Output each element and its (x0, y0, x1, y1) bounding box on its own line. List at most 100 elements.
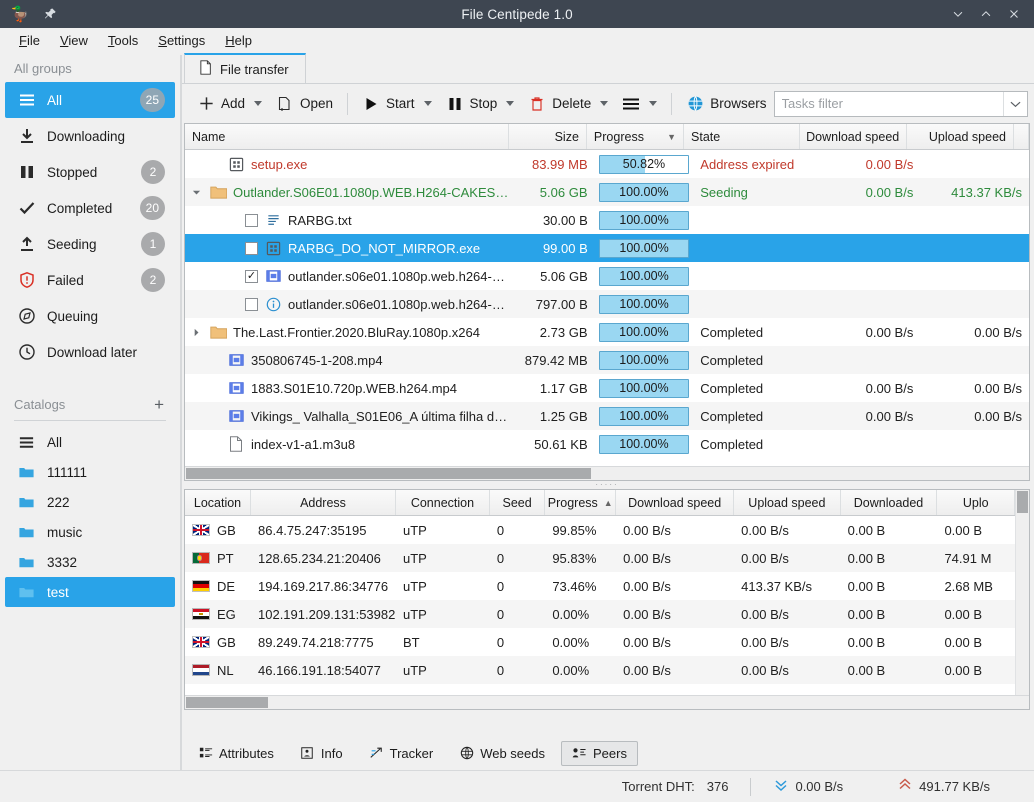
tasks-filter[interactable] (773, 90, 1028, 117)
chevron-down-icon[interactable] (423, 101, 432, 106)
expand-down-icon[interactable] (189, 188, 203, 197)
peer-connection-cell: uTP (402, 662, 427, 678)
peers-col-seed[interactable]: Seed (489, 490, 546, 515)
table-row[interactable]: The.Last.Frontier.2020.BluRay.1080p.x264… (185, 318, 1029, 346)
table-row[interactable]: index-v1-a1.m3u8 50.61 KB 100.00% Completed (185, 430, 1029, 458)
tasks-col-state[interactable]: State (684, 124, 801, 149)
menu-settings[interactable]: Settings (149, 31, 214, 50)
row-checkbox[interactable]: ✓ (245, 269, 258, 283)
table-row[interactable]: Outlander.S06E01.1080p.WEB.H264-CAKES[r…… (185, 178, 1029, 206)
chevron-down-icon[interactable] (506, 101, 515, 106)
row-checkbox[interactable] (245, 213, 258, 227)
tab-peers[interactable]: Peers (560, 740, 638, 766)
tasks-col-size[interactable]: Size (509, 124, 587, 149)
minimize-button[interactable] (944, 1, 972, 27)
tasks-col-progress[interactable]: Progress ▼ (586, 124, 685, 149)
catalog-label-test: test (47, 584, 69, 600)
sidebar-item-completed[interactable]: Completed 20 (5, 190, 175, 226)
tab-info[interactable]: Info (290, 741, 353, 766)
more-menu-button[interactable] (615, 89, 664, 119)
peers-col-uploaded[interactable]: Uplo (937, 490, 1015, 515)
add-catalog-button[interactable]: + (154, 396, 166, 413)
tab-file-transfer[interactable]: File transfer (184, 53, 306, 83)
chevron-down-icon[interactable] (600, 101, 609, 106)
table-row[interactable]: ✓ outlander.s06e01.1080p.web.h264-ca… 5.06… (185, 262, 1029, 290)
sidebar-item-download-later[interactable]: Download later (5, 334, 175, 370)
peers-col-download-speed[interactable]: Download speed (616, 490, 735, 515)
peers-hscrollbar-thumb[interactable] (186, 697, 268, 708)
sidebar-item-all[interactable]: All 25 (5, 82, 175, 118)
sidebar-item-seeding[interactable]: Seeding 1 (5, 226, 175, 262)
chevron-down-icon[interactable] (649, 101, 658, 106)
stop-button[interactable]: Stop (439, 89, 522, 119)
open-button[interactable]: Open (269, 89, 340, 119)
tab-web-seeds[interactable]: Web seeds (449, 741, 555, 766)
menu-tools[interactable]: Tools (99, 31, 147, 50)
peers-vscrollbar-thumb[interactable] (1017, 491, 1028, 513)
pin-icon[interactable] (40, 4, 60, 24)
table-row[interactable]: PT 128.65.234.21:20406 uTP 0 95.83% 0.00 B/s 0… (185, 544, 1015, 572)
menu-view[interactable]: View (51, 31, 97, 50)
tab-attributes[interactable]: Attributes (188, 741, 284, 766)
chevron-down-icon[interactable] (254, 101, 263, 106)
catalog-item-111111[interactable]: 111111 (5, 457, 175, 487)
close-button[interactable] (1000, 1, 1028, 27)
tasks-hscrollbar-thumb[interactable] (186, 468, 591, 479)
peers-col-upload-speed[interactable]: Upload speed (734, 490, 841, 515)
chevron-down-icon[interactable] (1003, 91, 1027, 116)
table-row[interactable]: GB 86.4.75.247:35195 uTP 0 99.85% 0.00 B/s 0.0… (185, 516, 1015, 544)
menu-help[interactable]: Help (216, 31, 261, 50)
table-row[interactable]: GB 89.249.74.218:7775 BT 0 0.00% 0.00 B/s 0.00… (185, 628, 1015, 656)
tasks-hscrollbar[interactable] (185, 466, 1029, 480)
menu-file[interactable]: FFileile (10, 31, 49, 50)
table-row[interactable]: EG 102.191.209.131:53982 uTP 0 0.00% 0.00 B/s… (185, 600, 1015, 628)
tab-tracker[interactable]: Tracker (359, 741, 444, 766)
catalog-item-music[interactable]: music (5, 517, 175, 547)
task-name-cell: ✓ outlander.s06e01.1080p.web.h264-ca… (185, 267, 516, 285)
table-row[interactable]: 1883.S01E10.720p.WEB.h264.mp4 1.17 GB 100.… (185, 374, 1029, 402)
catalog-item-222[interactable]: 222 (5, 487, 175, 517)
sidebar-item-stopped[interactable]: Stopped 2 (5, 154, 175, 190)
folder-icon (17, 553, 36, 572)
browsers-button[interactable]: Browsers (679, 89, 773, 119)
table-row[interactable]: Vikings_ Valhalla_S01E06_A última filha … (185, 402, 1029, 430)
peers-col-address[interactable]: Address (251, 490, 396, 515)
sidebar-item-downloading[interactable]: Downloading (5, 118, 175, 154)
table-row[interactable]: NL 46.166.191.18:54077 uTP 0 0.00% 0.00 B/s 0.… (185, 656, 1015, 684)
tasks-col-upload-speed[interactable]: Upload speed (907, 124, 1014, 149)
catalog-item-3332[interactable]: 3332 (5, 547, 175, 577)
peers-hscrollbar[interactable] (185, 695, 1029, 709)
start-button[interactable]: Start (355, 89, 439, 119)
download-speed-status: 0.00 B/s (773, 777, 843, 796)
sidebar-item-failed[interactable]: Failed 2 (5, 262, 175, 298)
table-row[interactable]: RARBG_DO_NOT_MIRROR.exe 99.00 B 100.00% (185, 234, 1029, 262)
delete-button[interactable]: Delete (521, 89, 615, 119)
expand-right-icon[interactable] (189, 328, 203, 337)
panel-splitter[interactable]: ····· (184, 481, 1030, 489)
task-progress-cell: 50.82% (595, 154, 694, 174)
table-row[interactable]: outlander.s06e01.1080p.web.h264-ca… 797.0… (185, 290, 1029, 318)
peers-col-connection[interactable]: Connection (395, 490, 490, 515)
sidebar-item-queuing[interactable]: Queuing (5, 298, 175, 334)
task-state-cell: Seeding (700, 184, 748, 200)
table-row[interactable]: DE 194.169.217.86:34776 uTP 0 73.46% 0.00 B/s… (185, 572, 1015, 600)
peers-col-downloaded[interactable]: Downloaded (840, 490, 938, 515)
table-row[interactable]: RARBG.txt 30.00 B 100.00% (185, 206, 1029, 234)
peers-col-progress[interactable]: Progress ▲ (545, 490, 617, 515)
peers-vscrollbar[interactable] (1015, 490, 1029, 695)
tasks-filter-input[interactable] (774, 91, 1003, 116)
toolbar-separator-1 (347, 92, 348, 115)
maximize-button[interactable] (972, 1, 1000, 27)
add-button[interactable]: Add (190, 89, 269, 119)
row-checkbox[interactable] (245, 241, 258, 255)
table-row[interactable]: setup.exe 83.99 MB 50.82% Address expired 0.… (185, 150, 1029, 178)
row-checkbox[interactable] (245, 297, 258, 311)
folder-icon (17, 583, 36, 602)
tasks-col-download-speed[interactable]: Download speed (800, 124, 908, 149)
plus-icon (197, 95, 215, 113)
peers-col-location[interactable]: Location (185, 490, 252, 515)
catalog-item-test[interactable]: test (5, 577, 175, 607)
catalog-item-all[interactable]: All (5, 427, 175, 457)
tasks-col-name[interactable]: Name (185, 124, 510, 149)
table-row[interactable]: 350806745-1-208.mp4 879.42 MB 100.00% Compl… (185, 346, 1029, 374)
